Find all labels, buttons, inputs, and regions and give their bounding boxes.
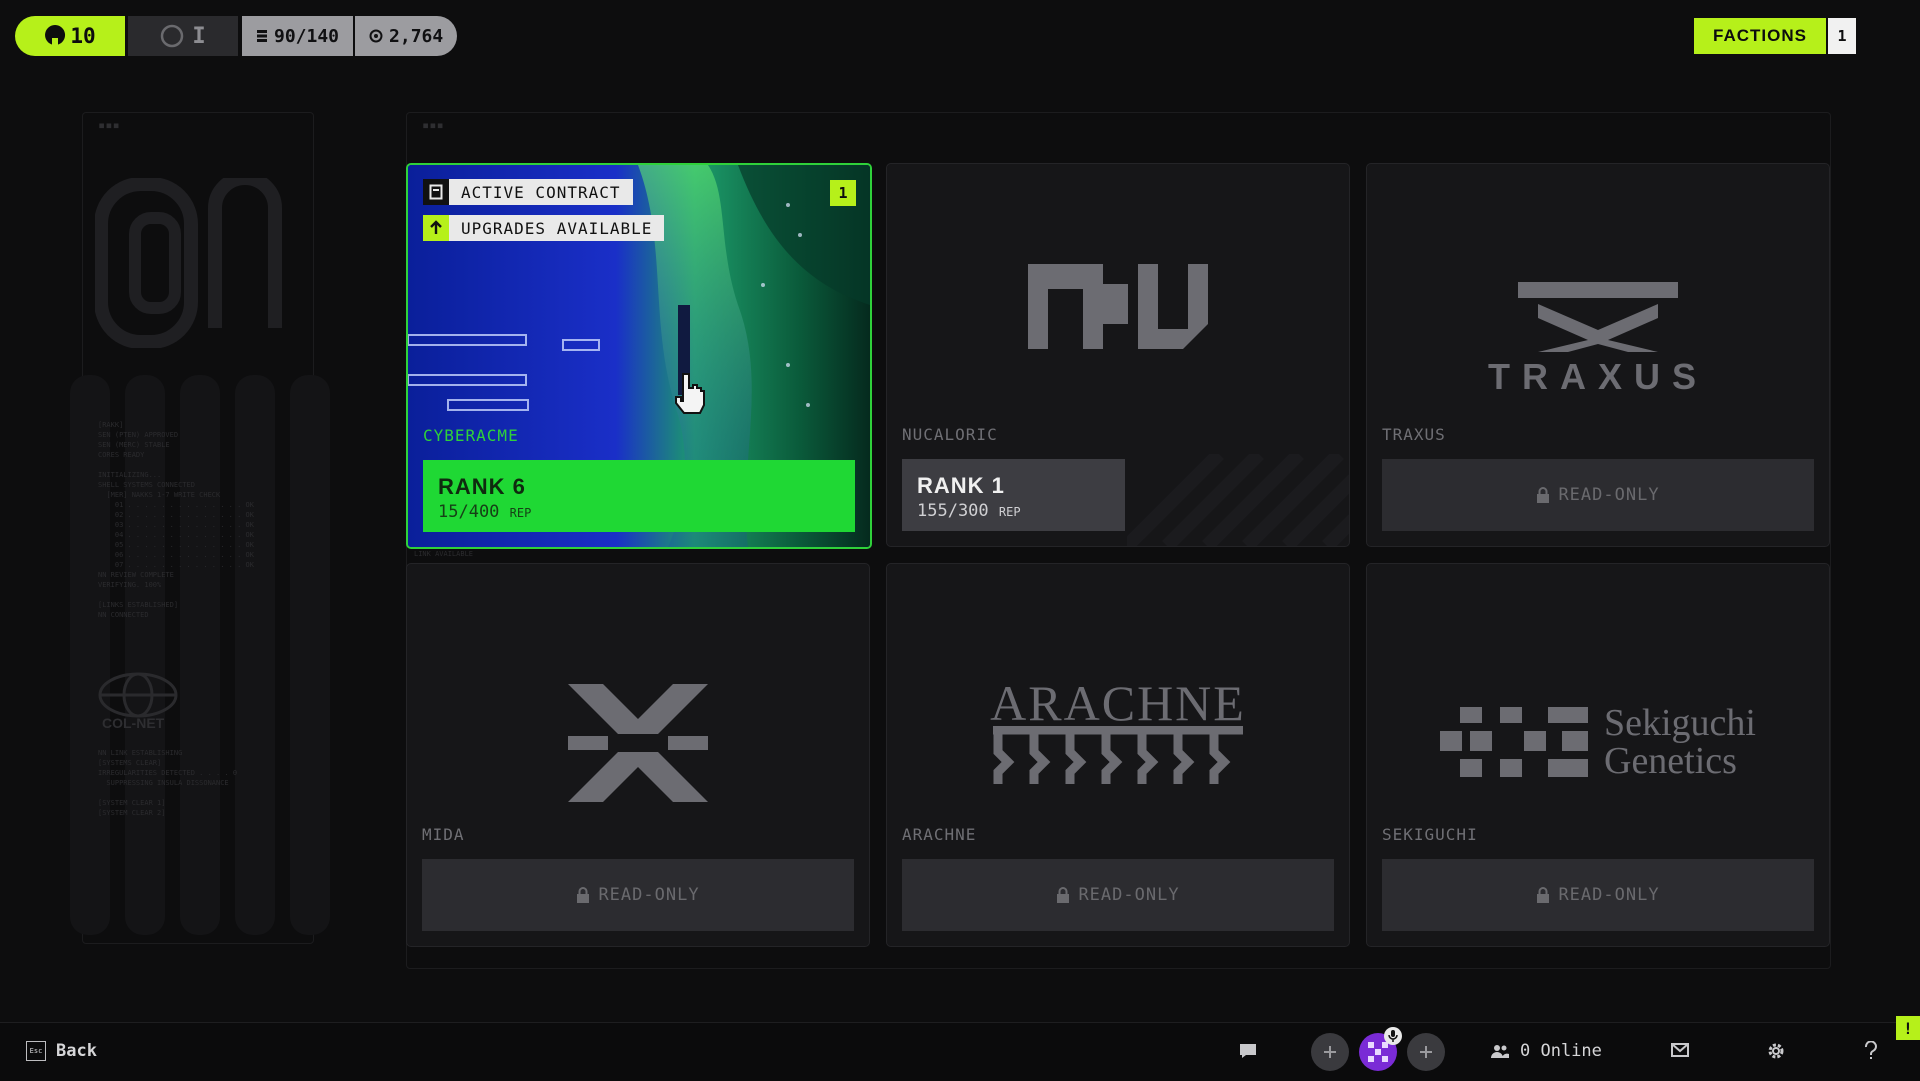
faction-name: MIDA bbox=[422, 825, 465, 844]
faction-name: SEKIGUCHI bbox=[1382, 825, 1478, 844]
left-panel-log-text: [RAKK] SEN (PTEN) APPROVED SEN (MERC) ST… bbox=[98, 421, 254, 619]
online-friends-button[interactable]: 0 Online bbox=[1490, 1041, 1602, 1061]
party-slot-left[interactable] bbox=[1311, 1033, 1349, 1071]
back-label: Back bbox=[56, 1041, 97, 1061]
nucaloric-logo bbox=[887, 264, 1349, 354]
rank-panel: RANK 1 155/300 REP bbox=[902, 459, 1125, 531]
upgrade-arrow-icon bbox=[423, 215, 449, 241]
grid-frame-dots: ▪▪▪ bbox=[422, 118, 444, 132]
lock-icon bbox=[1537, 887, 1550, 903]
faction-card-mida[interactable]: MIDA READ-ONLY bbox=[406, 563, 870, 947]
lock-icon bbox=[1057, 887, 1070, 903]
prestige-ring-icon bbox=[161, 24, 184, 48]
faction-name: NUCALORIC bbox=[902, 425, 998, 444]
colnet-large-emblem-icon bbox=[95, 178, 282, 348]
active-contract-tag: ACTIVE CONTRACT bbox=[423, 179, 633, 205]
read-only-button[interactable]: READ-ONLY bbox=[1382, 859, 1814, 931]
faction-card-arachne[interactable]: ARACHNE ARACHNE READ-ONLY bbox=[886, 563, 1350, 947]
sekiguchi-logo-line-2: Genetics bbox=[1604, 740, 1737, 782]
read-only-label: READ-ONLY bbox=[1078, 885, 1180, 905]
faction-card-cyberacme[interactable]: ACTIVE CONTRACT UPGRADES AVAILABLE 1 CYB… bbox=[406, 163, 872, 549]
arachne-logo-text: ARACHNE bbox=[990, 675, 1246, 731]
mida-logo-icon bbox=[568, 684, 708, 802]
sekiguchi-mark-icon bbox=[1440, 707, 1588, 777]
faction-card-nucaloric[interactable]: NUCALORIC RANK 1 155/300 REP bbox=[886, 163, 1350, 547]
lock-icon bbox=[577, 887, 590, 903]
party-slot-right[interactable] bbox=[1407, 1033, 1445, 1071]
level-icon bbox=[45, 25, 66, 48]
traxus-mark-icon bbox=[1518, 282, 1678, 352]
reputation-progress: 155/300 REP bbox=[917, 501, 1125, 521]
faction-name: CYBERACME bbox=[423, 426, 519, 445]
colnet-globe-icon bbox=[98, 672, 178, 718]
traxus-logo-text: TRAXUS bbox=[1487, 356, 1708, 397]
lock-icon bbox=[1537, 487, 1550, 503]
active-contract-label: ACTIVE CONTRACT bbox=[449, 179, 633, 205]
read-only-label: READ-ONLY bbox=[598, 885, 700, 905]
reputation-value: 155/300 bbox=[917, 501, 989, 521]
reputation-unit: REP bbox=[509, 506, 532, 520]
faction-name: ARACHNE bbox=[902, 825, 977, 844]
read-only-label: READ-ONLY bbox=[1558, 485, 1660, 505]
reputation-progress: 15/400 REP bbox=[438, 502, 855, 522]
left-panel-dots: ▪▪▪ bbox=[98, 118, 120, 132]
player-status-bar: 10 I 90/140 2,764 bbox=[15, 16, 458, 56]
level-value: 10 bbox=[70, 24, 96, 48]
hand-cursor-icon bbox=[675, 373, 705, 414]
chat-icon[interactable] bbox=[1238, 1042, 1258, 1060]
factions-tab-button[interactable]: FACTIONS bbox=[1694, 18, 1826, 54]
alert-badge[interactable]: ! bbox=[1896, 1016, 1920, 1040]
settings-gear-icon[interactable] bbox=[1766, 1041, 1786, 1061]
arachne-legs-icon bbox=[993, 726, 1243, 784]
friends-icon bbox=[1491, 1045, 1509, 1058]
mida-logo bbox=[407, 684, 869, 802]
left-panel-status-text: NN LINK ESTABLISHING [SYSTEMS CLEAR] IRR… bbox=[98, 749, 238, 817]
mail-icon[interactable] bbox=[1671, 1043, 1689, 1057]
read-only-label: READ-ONLY bbox=[1558, 885, 1660, 905]
colnet-label: COL-NET bbox=[102, 715, 165, 731]
credits-value: 2,764 bbox=[389, 25, 444, 47]
esc-key-icon: Esc bbox=[26, 1041, 46, 1061]
read-only-button[interactable]: READ-ONLY bbox=[1382, 459, 1814, 531]
plus-icon bbox=[1324, 1046, 1336, 1058]
rank-panel: RANK 6 15/400 REP bbox=[423, 460, 855, 532]
capacity-value: 90/140 bbox=[274, 25, 340, 47]
reputation-unit: REP bbox=[998, 505, 1021, 519]
help-icon[interactable] bbox=[1864, 1041, 1878, 1061]
nucaloric-logo-icon bbox=[1028, 264, 1208, 349]
credits-icon bbox=[369, 29, 383, 43]
factions-count-badge: 1 bbox=[1828, 18, 1856, 54]
microphone-icon[interactable] bbox=[1384, 1027, 1402, 1045]
faction-card-traxus[interactable]: TRAXUS TRAXUS READ-ONLY bbox=[1366, 163, 1830, 547]
sekiguchi-logo-text: Sekiguchi Genetics bbox=[1604, 704, 1756, 780]
sekiguchi-logo: Sekiguchi Genetics bbox=[1367, 704, 1829, 780]
read-only-button[interactable]: READ-ONLY bbox=[422, 859, 854, 931]
read-only-button[interactable]: READ-ONLY bbox=[902, 859, 1334, 931]
prestige-value: I bbox=[192, 23, 206, 49]
traxus-logo: TRAXUS bbox=[1367, 282, 1829, 398]
faction-name: TRAXUS bbox=[1382, 425, 1446, 444]
back-button[interactable]: Esc Back bbox=[26, 1041, 97, 1061]
rank-label: RANK 1 bbox=[917, 473, 1005, 498]
upgrades-available-label: UPGRADES AVAILABLE bbox=[449, 215, 665, 241]
card-stripes-pattern bbox=[1127, 454, 1349, 546]
sekiguchi-logo-line-1: Sekiguchi bbox=[1604, 702, 1756, 744]
capacity-stat[interactable]: 90/140 bbox=[242, 16, 354, 56]
capacity-icon bbox=[257, 30, 267, 42]
faction-card-sekiguchi[interactable]: Sekiguchi Genetics SEKIGUCHI READ-ONLY bbox=[1366, 563, 1830, 947]
online-count: 0 Online bbox=[1520, 1041, 1602, 1061]
rank-label: RANK 6 bbox=[438, 474, 526, 499]
plus-icon bbox=[1420, 1046, 1432, 1058]
contract-icon bbox=[423, 179, 449, 205]
reputation-value: 15/400 bbox=[438, 502, 500, 522]
link-available-label: LINK AVAILABLE bbox=[414, 550, 474, 558]
arachne-logo: ARACHNE bbox=[887, 675, 1349, 788]
prestige-badge[interactable]: I bbox=[128, 16, 238, 56]
level-badge[interactable]: 10 bbox=[15, 16, 125, 56]
credits-stat[interactable]: 2,764 bbox=[355, 16, 458, 56]
cyberacme-notification-badge: 1 bbox=[830, 180, 856, 206]
upgrades-available-tag: UPGRADES AVAILABLE bbox=[423, 215, 665, 241]
bottom-bar: Esc Back 0 Online bbox=[0, 1022, 1920, 1081]
